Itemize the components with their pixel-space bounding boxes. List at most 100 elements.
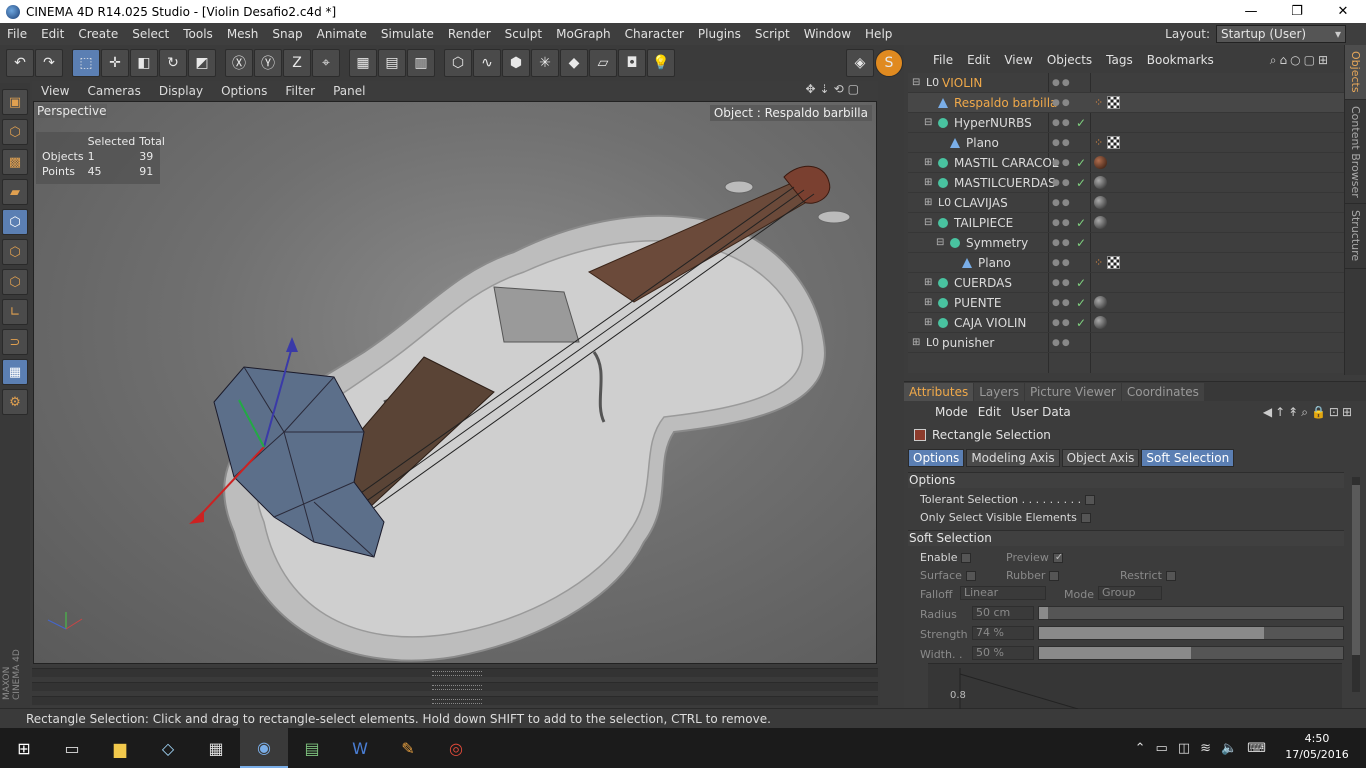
wifi-icon[interactable]: ≋ [1200,741,1211,756]
menu-edit[interactable]: Edit [34,27,71,41]
locked-workplane-icon[interactable]: ⚙ [2,389,28,415]
attr-menu-mode[interactable]: Mode [930,405,973,419]
object-row[interactable]: ⊞ MASTIL CARACOL ●● ✓ [908,153,1344,173]
om-toolbar-icons[interactable]: ⌕⌂○▢⊞ [1263,53,1338,68]
object-name[interactable]: MASTIL CARACOL [954,156,1059,170]
falloff-dropdown[interactable]: Linear [960,586,1046,600]
menu-plugins[interactable]: Plugins [691,27,748,41]
windows-start-icon[interactable]: ⊞ [0,739,48,758]
om-menu-file[interactable]: File [926,53,960,67]
timeline-strip[interactable] [32,668,878,677]
y-axis-icon[interactable]: Ⓨ [254,49,282,77]
section-options[interactable]: Options [908,472,1344,488]
radius-slider[interactable] [1038,606,1344,620]
cinema4d-taskbar-icon[interactable]: ◉ [240,728,288,768]
attributes-scrollbar[interactable] [1352,477,1360,692]
phong-tag-icon[interactable]: ⁘ [1094,136,1103,149]
enabled-check-icon[interactable]: ✓ [1076,316,1086,330]
keyboard-icon[interactable]: ⌨ [1247,741,1266,756]
menu-tools[interactable]: Tools [176,27,220,41]
object-name[interactable]: MASTILCUERDAS [954,176,1056,190]
uvw-tag-icon[interactable] [1107,256,1121,269]
workplane-grid-icon[interactable]: ▦ [2,359,28,385]
enabled-check-icon[interactable]: ✓ [1076,216,1086,230]
menu-mograph[interactable]: MoGraph [549,27,618,41]
viewport-menu-options[interactable]: Options [212,84,276,98]
visibility-dots-icon[interactable]: ●● [1052,318,1072,328]
subtab-options[interactable]: Options [908,449,965,467]
radius-field[interactable]: 50 cm [972,606,1034,620]
scrollbar-thumb[interactable] [1352,485,1360,655]
snap-icon[interactable]: ⊃ [2,329,28,355]
live-selection-icon[interactable]: ⬚ [72,49,100,77]
material-tag-icon[interactable] [1094,216,1107,229]
subtab-object-axis[interactable]: Object Axis [1061,449,1140,467]
mode-dropdown[interactable]: Group [1098,586,1162,600]
visibility-dots-icon[interactable]: ●● [1052,238,1072,248]
paint-icon[interactable]: ✎ [384,728,432,768]
workplane-icon[interactable]: ▰ [2,179,28,205]
om-menu-bookmarks[interactable]: Bookmarks [1140,53,1221,67]
timeline-strip[interactable] [32,682,878,691]
menu-render[interactable]: Render [441,27,498,41]
object-row[interactable]: Respaldo barbilla ●● ⁘ [908,93,1344,113]
menu-select[interactable]: Select [125,27,176,41]
z-axis-icon[interactable]: Z [283,49,311,77]
render-picture-viewer-icon[interactable]: ▤ [378,49,406,77]
books-app-icon[interactable]: ▤ [288,728,336,768]
axis-mode-icon[interactable]: ∟ [2,299,28,325]
object-name[interactable]: Plano [966,136,999,150]
expand-toggle-icon[interactable]: ⊞ [924,197,932,208]
uvw-tag-icon[interactable] [1107,96,1121,109]
battery-icon[interactable]: ▭ [1156,741,1168,756]
phong-tag-icon[interactable]: ⁘ [1094,96,1103,109]
expand-toggle-icon[interactable]: ⊞ [912,337,920,348]
object-row[interactable]: ⊞ PUENTE ●● ✓ [908,293,1344,313]
section-soft-selection[interactable]: Soft Selection [908,530,1344,546]
floor-icon[interactable]: ▱ [589,49,617,77]
object-row[interactable]: ⊞ CAJA VIOLIN ●● ✓ [908,313,1344,333]
attr-toolbar-icons[interactable]: ◀↑↟⌕🔒⊡⊞ [1258,405,1360,420]
enabled-check-icon[interactable]: ✓ [1076,156,1086,170]
side-tab-objects[interactable]: Objects [1345,45,1366,100]
light-icon[interactable]: 💡 [647,49,675,77]
side-tab-structure[interactable]: Structure [1345,204,1366,269]
expand-toggle-icon[interactable]: ⊞ [924,277,932,288]
om-menu-objects[interactable]: Objects [1040,53,1099,67]
subtab-modeling-axis[interactable]: Modeling Axis [966,449,1060,467]
attr-menu-user-data[interactable]: User Data [1006,405,1076,419]
object-name[interactable]: Symmetry [966,236,1028,250]
object-name[interactable]: CUERDAS [954,276,1012,290]
visibility-dots-icon[interactable]: ●● [1052,218,1072,228]
restrict-checkbox[interactable] [1165,571,1176,581]
make-editable-icon[interactable]: ▣ [2,89,28,115]
viewport-menu-display[interactable]: Display [150,84,212,98]
taskbar-clock[interactable]: 4:50 17/05/2016 [1282,731,1352,763]
only-visible-checkbox[interactable] [1080,513,1091,523]
strength-slider[interactable] [1038,626,1344,640]
calculator-icon[interactable]: ▦ [192,728,240,768]
object-row[interactable]: ⊟ Symmetry ●● ✓ [908,233,1344,253]
object-name[interactable]: VIOLIN [942,76,982,90]
volume-icon[interactable]: 🔈 [1221,741,1237,756]
preview-checkbox[interactable] [1052,553,1063,563]
tray-chevron-icon[interactable]: ⌃ [1135,741,1146,756]
render-settings-icon[interactable]: ▥ [407,49,435,77]
object-row[interactable]: ⊟ HyperNURBS ●● ✓ [908,113,1344,133]
object-name[interactable]: CLAVIJAS [954,196,1008,210]
enabled-check-icon[interactable]: ✓ [1076,116,1086,130]
object-name[interactable]: punisher [942,336,994,350]
expand-toggle-icon[interactable]: ⊟ [936,237,944,248]
expand-toggle-icon[interactable]: ⊟ [912,77,920,88]
material-tag-icon[interactable] [1094,176,1107,189]
redo-icon[interactable]: ↷ [35,49,63,77]
tab-layers[interactable]: Layers [974,382,1024,401]
python-plugin-icon[interactable]: ◈ [846,49,874,77]
network-icon[interactable]: ◫ [1178,741,1190,756]
move-icon[interactable]: ✛ [101,49,129,77]
material-tag-icon[interactable] [1094,316,1107,329]
maximize-button[interactable]: ❐ [1274,0,1320,23]
visibility-dots-icon[interactable]: ●● [1052,198,1072,208]
object-name[interactable]: TAILPIECE [954,216,1013,230]
subtab-soft-selection[interactable]: Soft Selection [1141,449,1235,467]
